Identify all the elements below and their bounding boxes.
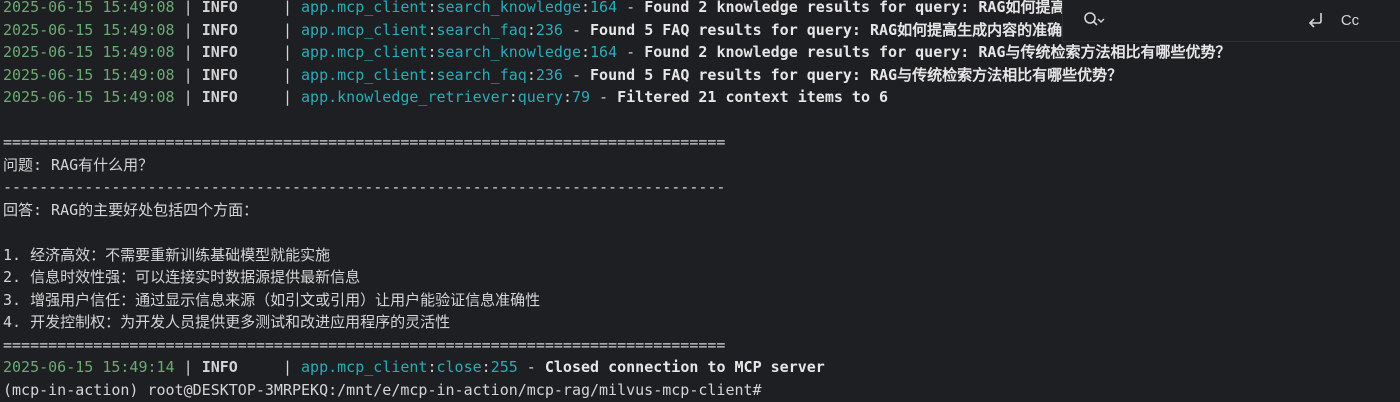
log-function: search_knowledge bbox=[436, 0, 582, 16]
log-line-number: 164 bbox=[590, 0, 618, 16]
rule-double: ========================================… bbox=[3, 133, 726, 151]
match-case-button[interactable]: Cc bbox=[1337, 9, 1363, 33]
log-timestamp: 2025-06-15 15:49:14 bbox=[3, 358, 175, 376]
log-function: close bbox=[436, 358, 482, 376]
search-icon[interactable] bbox=[1083, 11, 1105, 29]
log-module: app.mcp_client bbox=[301, 358, 428, 376]
log-module: app.knowledge_retriever bbox=[301, 88, 509, 106]
enter-icon[interactable] bbox=[1305, 10, 1327, 30]
log-line-number: 164 bbox=[590, 43, 618, 61]
log-message: Filtered 21 context items to 6 bbox=[617, 88, 889, 106]
log-timestamp: 2025-06-15 15:49:08 bbox=[3, 65, 175, 84]
log-timestamp: 2025-06-15 15:49:08 bbox=[3, 0, 175, 16]
log-line: 2025-06-15 15:49:08 | INFO | app.mcp_cli… bbox=[3, 43, 1231, 61]
log-message: Found 5 FAQ results for query: RAG如何提高生成… bbox=[590, 20, 1093, 39]
log-level: INFO bbox=[201, 43, 238, 61]
log-line: 2025-06-15 15:49:14 | INFO | app.mcp_cli… bbox=[3, 358, 825, 376]
log-module: app.mcp_client bbox=[301, 20, 428, 39]
log-message: Closed connection to MCP server bbox=[544, 358, 825, 376]
answer-intro: 回答: RAG的主要好处包括四个方面： bbox=[3, 200, 259, 219]
log-function: search_faq bbox=[436, 65, 527, 84]
log-timestamp: 2025-06-15 15:49:08 bbox=[3, 88, 175, 106]
question-line: 问题: RAG有什么用？ bbox=[3, 155, 154, 174]
log-module: app.mcp_client bbox=[301, 0, 428, 16]
log-line-number: 79 bbox=[571, 88, 591, 106]
log-line: 2025-06-15 15:49:08 | INFO | app.mcp_cli… bbox=[3, 65, 1123, 84]
log-line-number: 255 bbox=[490, 358, 518, 376]
answer-point: 1. 经济高效：不需要重新训练基础模型就能实施 bbox=[3, 245, 331, 264]
log-timestamp: 2025-06-15 15:49:08 bbox=[3, 43, 175, 61]
log-level: INFO bbox=[201, 358, 238, 376]
find-bar: Cc bbox=[1062, 0, 1400, 42]
log-line: 2025-06-15 15:49:08 | INFO | app.knowled… bbox=[3, 88, 889, 106]
log-function: search_faq bbox=[436, 20, 527, 39]
log-message: Found 2 knowledge results for query: RAG… bbox=[644, 43, 1231, 61]
shell-prompt[interactable]: (mcp-in-action) root@DESKTOP-3MRPEKQ:/mn… bbox=[3, 379, 1400, 402]
log-message: Found 5 FAQ results for query: RAG与传统检索方… bbox=[590, 65, 1123, 84]
log-level: INFO bbox=[201, 65, 238, 84]
log-level: INFO bbox=[201, 20, 238, 39]
log-timestamp: 2025-06-15 15:49:08 bbox=[3, 20, 175, 39]
log-level: INFO bbox=[201, 88, 238, 106]
log-function: search_knowledge bbox=[436, 43, 582, 61]
terminal-output[interactable]: 2025-06-15 15:49:08 | INFO | app.mcp_cli… bbox=[3, 0, 1400, 401]
answer-point: 4. 开发控制权：为开发人员提供更多测试和改进应用程序的灵活性 bbox=[3, 313, 451, 331]
prompt-text: (mcp-in-action) root@DESKTOP-3MRPEKQ:/mn… bbox=[3, 380, 762, 399]
log-line-number: 236 bbox=[535, 65, 563, 84]
log-function: query bbox=[517, 88, 563, 106]
answer-point: 2. 信息时效性强：可以连接实时数据源提供最新信息 bbox=[3, 268, 361, 286]
log-level: INFO bbox=[201, 0, 238, 16]
answer-point: 3. 增强用户信任：通过显示信息来源（如引文或引用）让用户能验证信息准确性 bbox=[3, 290, 541, 309]
log-module: app.mcp_client bbox=[301, 65, 428, 84]
rule-single: ----------------------------------------… bbox=[3, 178, 726, 196]
log-module: app.mcp_client bbox=[301, 43, 428, 61]
log-line-number: 236 bbox=[535, 20, 563, 39]
rule-double: ========================================… bbox=[3, 335, 726, 354]
